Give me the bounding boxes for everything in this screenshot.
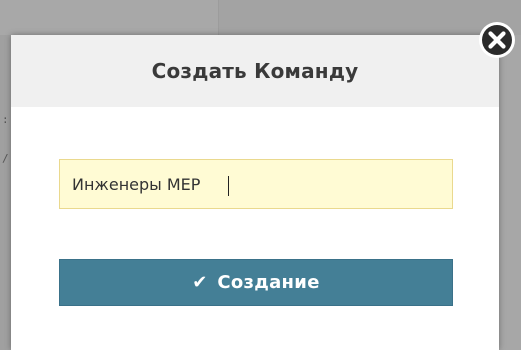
background-panel: [219, 0, 521, 35]
background-panel: [0, 0, 219, 36]
create-button-label: Создание: [217, 272, 320, 293]
close-circle-icon: [479, 22, 515, 58]
team-name-input[interactable]: [59, 159, 453, 209]
create-team-dialog: Создать Команду ✔ Создание: [11, 35, 499, 350]
background-text: :: [2, 113, 9, 126]
dialog-title: Создать Команду: [151, 59, 359, 83]
close-button[interactable]: [477, 20, 517, 60]
text-cursor: [228, 176, 229, 196]
dialog-header: Создать Команду: [11, 35, 499, 107]
check-icon: ✔: [192, 271, 208, 293]
create-button[interactable]: ✔ Создание: [59, 259, 453, 306]
background-text: /: [2, 152, 9, 165]
